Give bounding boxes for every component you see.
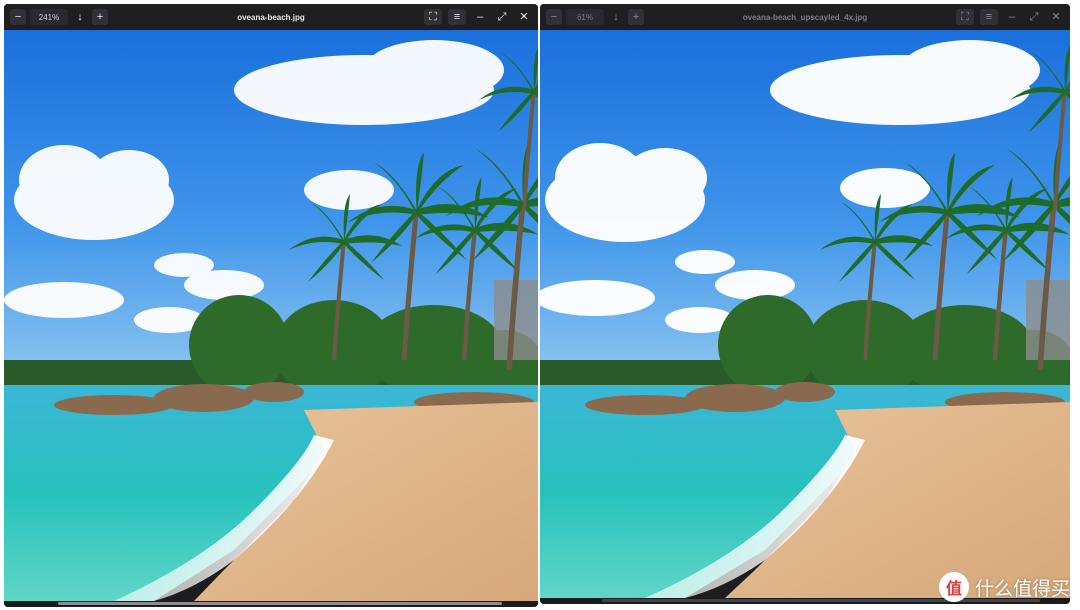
- zoom-controls: − 241% ↓ +: [4, 9, 108, 25]
- minimize-button[interactable]: –: [472, 9, 488, 25]
- minus-square-icon: −: [14, 10, 22, 23]
- maximize-icon: ⤢: [1029, 10, 1039, 23]
- fullscreen-button[interactable]: ⛶: [424, 9, 442, 25]
- fullscreen-icon: ⛶: [961, 10, 969, 23]
- close-button[interactable]: ✕: [1048, 9, 1064, 25]
- minimize-icon: –: [1008, 10, 1016, 23]
- desktop: oveana-beach.jpg − 241% ↓ + ⛶ ≡ – ⤢ ✕ ov…: [0, 0, 1080, 610]
- download-button[interactable]: ↓: [72, 9, 88, 25]
- horizontal-scrollbar[interactable]: [4, 601, 538, 607]
- arrow-down-icon: ↓: [613, 10, 619, 23]
- beach-photo: [4, 30, 538, 601]
- maximize-button[interactable]: ⤢: [1026, 9, 1042, 25]
- scrollbar-thumb[interactable]: [58, 602, 502, 605]
- fullscreen-icon: ⛶: [429, 10, 437, 23]
- titlebar: oveana-beach.jpg − 241% ↓ + ⛶ ≡ – ⤢ ✕: [4, 4, 538, 30]
- beach-photo-upscaled: [540, 30, 1070, 598]
- window-controls: ⛶ ≡ – ⤢ ✕: [424, 4, 532, 30]
- plus-square-icon: +: [96, 10, 104, 23]
- arrow-down-icon: ↓: [77, 10, 83, 23]
- zoom-in-button[interactable]: +: [92, 9, 108, 25]
- plus-square-icon: +: [632, 10, 640, 23]
- zoom-out-button[interactable]: −: [546, 9, 562, 25]
- download-button[interactable]: ↓: [608, 9, 624, 25]
- fullscreen-button[interactable]: ⛶: [956, 9, 974, 25]
- close-icon: ✕: [1051, 10, 1061, 23]
- close-button[interactable]: ✕: [516, 9, 532, 25]
- zoom-level[interactable]: 241%: [30, 9, 68, 25]
- hamburger-menu-icon: ≡: [985, 10, 993, 23]
- zoom-out-button[interactable]: −: [10, 9, 26, 25]
- minus-square-icon: −: [550, 10, 558, 23]
- minimize-icon: –: [476, 10, 484, 23]
- maximize-icon: ⤢: [497, 10, 507, 23]
- minimize-button[interactable]: –: [1004, 9, 1020, 25]
- hamburger-menu-icon: ≡: [453, 10, 461, 23]
- maximize-button[interactable]: ⤢: [494, 9, 510, 25]
- window-controls: ⛶ ≡ – ⤢ ✕: [956, 4, 1064, 30]
- watermark-text: 什么值得买: [974, 578, 1070, 600]
- image-viewer-window-upscaled: oveana-beach_upscayled_4x.jpg − 61% ↓ + …: [540, 4, 1070, 604]
- close-icon: ✕: [519, 10, 529, 23]
- zoom-controls: − 61% ↓ +: [540, 9, 644, 25]
- image-viewer-window-original: oveana-beach.jpg − 241% ↓ + ⛶ ≡ – ⤢ ✕: [4, 4, 538, 607]
- image-canvas[interactable]: [4, 30, 538, 601]
- site-watermark: 值 什么值得买: [938, 572, 1070, 602]
- titlebar: oveana-beach_upscayled_4x.jpg − 61% ↓ + …: [540, 4, 1070, 30]
- menu-button[interactable]: ≡: [448, 9, 466, 25]
- zoom-level[interactable]: 61%: [566, 9, 604, 25]
- image-canvas[interactable]: [540, 30, 1070, 598]
- zoom-in-button[interactable]: +: [628, 9, 644, 25]
- menu-button[interactable]: ≡: [980, 9, 998, 25]
- smzdm-logo-icon: 值: [938, 572, 969, 602]
